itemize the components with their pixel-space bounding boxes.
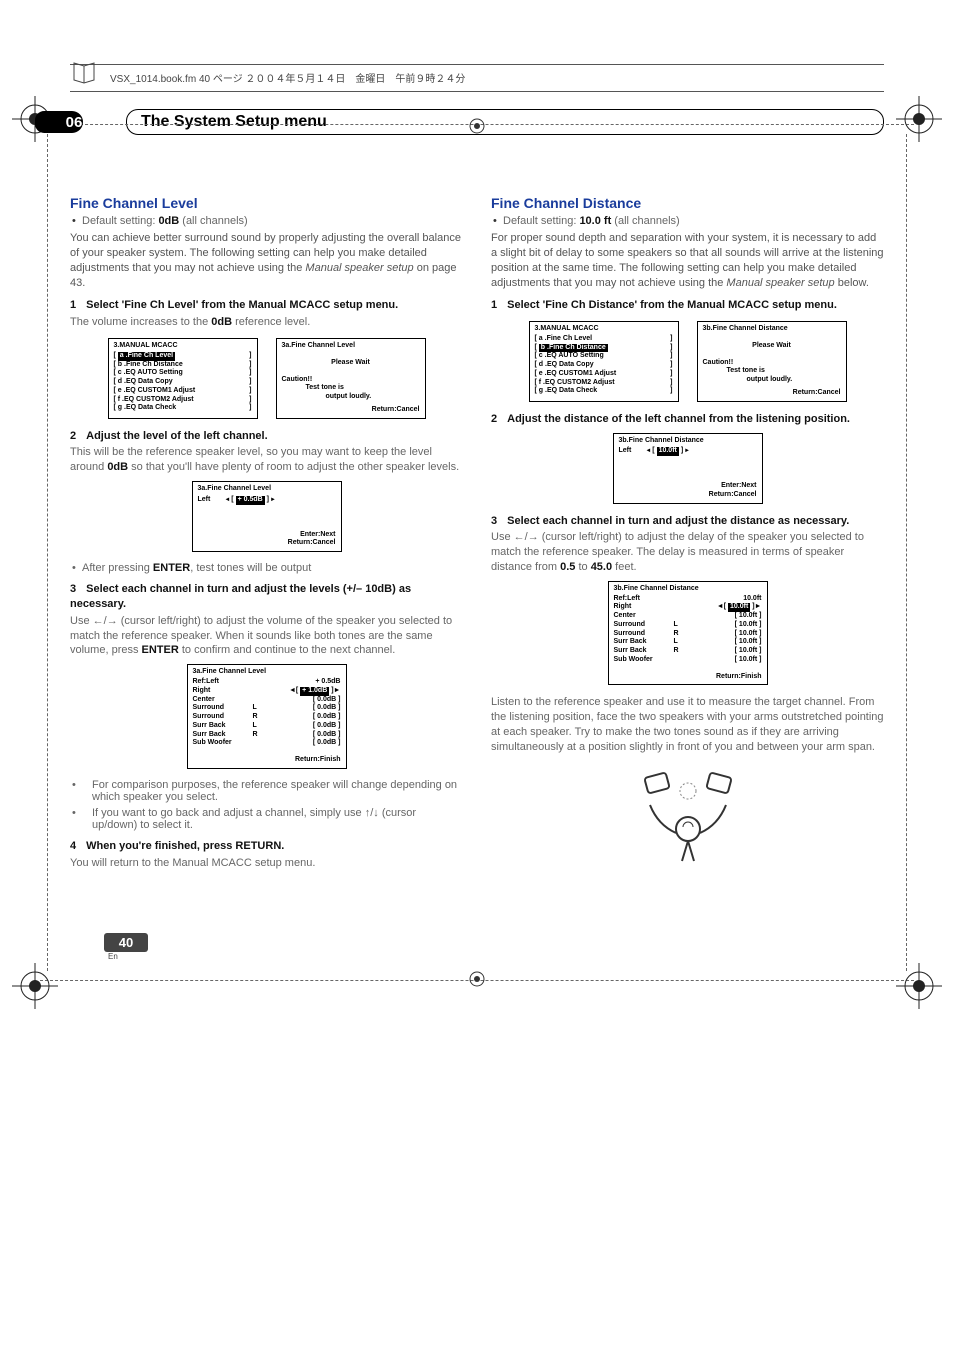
osd-fine-ch-level-wait: 3a.Fine Channel Level Please Wait Cautio… xyxy=(276,338,426,419)
center-mark-bottom xyxy=(467,969,487,989)
chapter-title: The System Setup menu xyxy=(141,113,855,131)
osd-fine-ch-distance-wait: 3b.Fine Channel Distance Please Wait Cau… xyxy=(697,321,847,402)
osd-left-level: 3a.Fine Channel Level Left [ + 0.5dB ] E… xyxy=(192,481,342,552)
r-step-2: 2Adjust the distance of the left channel… xyxy=(491,412,884,427)
registration-mark-br xyxy=(894,961,944,1011)
after-enter-bullet: After pressing ENTER, test tones will be… xyxy=(70,562,463,574)
osd-left-distance: 3b.Fine Channel Distance Left [ 10.0ft ]… xyxy=(613,433,763,504)
crop-line-left xyxy=(47,134,48,971)
step-3: 3Select each channel in turn and adjust … xyxy=(70,582,463,612)
listener-diagram xyxy=(491,765,884,868)
page-number: 40 xyxy=(104,933,148,952)
chapter-title-wrap: The System Setup menu xyxy=(126,109,884,135)
step-3-body: Use ←/→ (cursor left/right) to adjust th… xyxy=(70,614,463,659)
outro-paragraph: Listen to the reference speaker and use … xyxy=(491,695,884,754)
default-bullet-r: Default setting: 10.0 ft (all channels) xyxy=(491,215,884,227)
step-4-body: You will return to the Manual MCACC setu… xyxy=(70,856,463,871)
r-step-3-body: Use ←/→ (cursor left/right) to adjust th… xyxy=(491,530,884,575)
center-mark-top xyxy=(467,116,487,136)
left-column: Fine Channel Level Default setting: 0dB … xyxy=(70,195,463,873)
r-step-3: 3Select each channel in turn and adjust … xyxy=(491,514,884,529)
osd-manual-mcacc-r: 3.MANUAL MCACC [ a .Fine Ch Level ] [ b … xyxy=(529,321,679,402)
intro-paragraph: You can achieve better surround sound by… xyxy=(70,231,463,290)
step-1: 1Select 'Fine Ch Level' from the Manual … xyxy=(70,298,463,313)
book-icon xyxy=(70,58,98,86)
arrow-left-icon: ← xyxy=(93,615,104,627)
framemaker-header-text: VSX_1014.book.fm 40 ページ ２００４年５月１４日 金曜日 午… xyxy=(110,74,465,85)
heading-fine-channel-level: Fine Channel Level xyxy=(70,195,463,211)
arrow-right-icon: → xyxy=(528,531,539,543)
page-lang: En xyxy=(108,952,148,961)
intro-paragraph-r: For proper sound depth and separation wi… xyxy=(491,231,884,290)
osd-all-levels: 3a.Fine Channel Level Ref:Left+ 0.5dB Ri… xyxy=(187,664,347,769)
default-bullet: Default setting: 0dB (all channels) xyxy=(70,215,463,227)
arrow-right-icon: → xyxy=(107,615,118,627)
r-step-1: 1Select 'Fine Ch Distance' from the Manu… xyxy=(491,298,884,313)
step-2-body: This will be the reference speaker level… xyxy=(70,445,463,475)
chapter-number: 06 xyxy=(35,111,83,133)
arrow-up-icon: ↑ xyxy=(365,807,371,819)
heading-fine-channel-distance: Fine Channel Distance xyxy=(491,195,884,211)
page-footer: 40 En xyxy=(104,933,148,961)
sub-bullet-2: If you want to go back and adjust a chan… xyxy=(70,807,463,831)
registration-mark-tr xyxy=(894,94,944,144)
step-4: 4When you're finished, press RETURN. xyxy=(70,839,463,854)
right-column: Fine Channel Distance Default setting: 1… xyxy=(491,195,884,873)
registration-mark-bl xyxy=(10,961,60,1011)
osd-manual-mcacc: 3.MANUAL MCACC [ a .Fine Ch Level ] [ b … xyxy=(108,338,258,419)
step-1-sub: The volume increases to the 0dB referenc… xyxy=(70,315,463,330)
osd-all-distances: 3b.Fine Channel Distance Ref:Left10.0ft … xyxy=(608,581,768,686)
arrow-left-icon: ← xyxy=(514,531,525,543)
crop-line-right xyxy=(906,134,907,971)
framemaker-header: VSX_1014.book.fm 40 ページ ２００４年５月１４日 金曜日 午… xyxy=(70,64,884,91)
step-2: 2Adjust the level of the left channel. xyxy=(70,429,463,444)
sub-bullet-1: For comparison purposes, the reference s… xyxy=(70,779,463,803)
